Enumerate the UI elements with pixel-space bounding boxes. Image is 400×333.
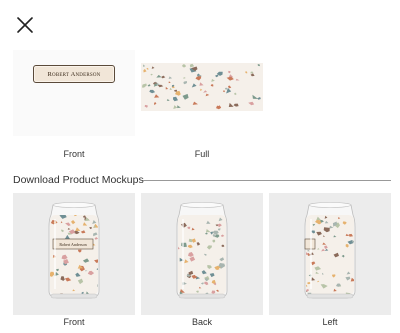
mockup-back[interactable]	[141, 193, 263, 315]
front-design-preview[interactable]: Robert Anderson	[13, 50, 135, 136]
mockup-front-caption: Front	[63, 317, 85, 327]
mockup-label-text: Robert Anderson	[59, 242, 86, 247]
section-heading: Download Product Mockups	[13, 174, 144, 186]
full-preview-caption: Full	[194, 149, 210, 159]
section-divider	[143, 180, 391, 181]
close-icon	[17, 17, 33, 33]
mockup-left-caption: Left	[322, 317, 338, 327]
glass-mockup-image: Robert Anderson	[48, 202, 100, 299]
front-preview-caption: Front	[63, 149, 85, 159]
glass-mockup-image	[304, 202, 356, 299]
name-label: Robert Anderson	[33, 65, 115, 83]
glass-mockup-image	[176, 202, 228, 299]
mockup-front[interactable]: Robert Anderson	[13, 193, 135, 315]
name-label-text: Robert Anderson	[47, 70, 101, 78]
close-button[interactable]	[13, 13, 37, 37]
mockup-left[interactable]	[269, 193, 391, 315]
full-design-preview[interactable]	[141, 50, 263, 136]
terrazzo-pattern	[141, 63, 263, 111]
mockup-back-caption: Back	[191, 317, 212, 327]
